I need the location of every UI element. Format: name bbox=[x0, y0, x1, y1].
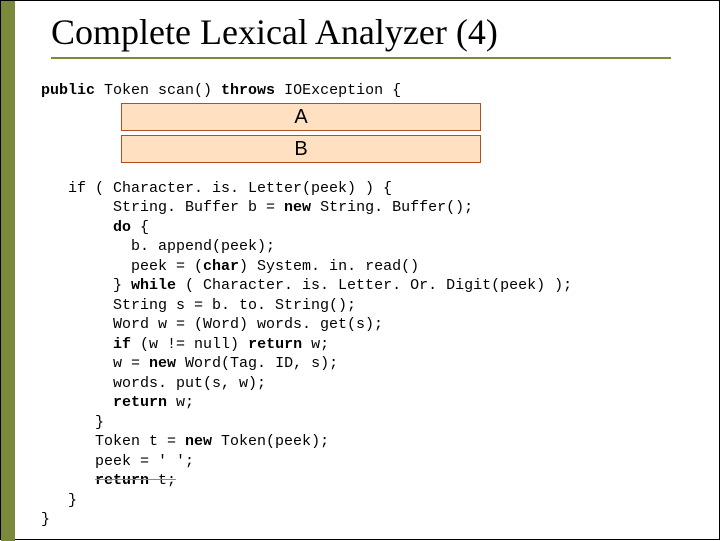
code-text: if ( Character. is. Letter(peek) ) { bbox=[41, 180, 392, 197]
kw-throws: throws bbox=[221, 82, 275, 99]
code-text: ) System. in. read() bbox=[239, 258, 419, 275]
kw-return-struck: return bbox=[95, 472, 149, 489]
placeholder-box-a: A bbox=[121, 103, 481, 131]
code-text: peek = ' '; bbox=[41, 453, 194, 470]
slide-title: Complete Lexical Analyzer (4) bbox=[51, 11, 671, 59]
slide: Complete Lexical Analyzer (4) public Tok… bbox=[0, 0, 720, 540]
code-text bbox=[41, 336, 113, 353]
code-text: Token t = bbox=[41, 433, 185, 450]
code-text: String. Buffer b = bbox=[41, 199, 284, 216]
code-text: Token scan() bbox=[95, 82, 221, 99]
code-text: (w != null) bbox=[131, 336, 248, 353]
code-text: } bbox=[41, 511, 50, 528]
accent-bar bbox=[1, 1, 15, 541]
kw-char: char bbox=[203, 258, 239, 275]
code-text: w; bbox=[302, 336, 329, 353]
code-text bbox=[41, 472, 95, 489]
placeholder-box-b: B bbox=[121, 135, 481, 163]
kw-while: while bbox=[131, 277, 176, 294]
kw-new: new bbox=[284, 199, 311, 216]
kw-new: new bbox=[185, 433, 212, 450]
kw-if: if bbox=[113, 336, 131, 353]
code-text: } bbox=[41, 277, 131, 294]
code-text: Word w = (Word) words. get(s); bbox=[41, 316, 383, 333]
kw-public: public bbox=[41, 82, 95, 99]
code-text: } bbox=[41, 414, 104, 431]
code-text: b. append(peek); bbox=[41, 238, 275, 255]
code-text bbox=[41, 219, 113, 236]
code-text: ( Character. is. Letter. Or. Digit(peek)… bbox=[176, 277, 572, 294]
code-text: String s = b. to. String(); bbox=[41, 297, 356, 314]
code-text: String. Buffer(); bbox=[311, 199, 473, 216]
kw-return: return bbox=[248, 336, 302, 353]
kw-do: do bbox=[113, 219, 131, 236]
code-text-struck: t; bbox=[149, 472, 176, 489]
code-text: Token(peek); bbox=[212, 433, 329, 450]
code-text: { bbox=[131, 219, 149, 236]
code-text: Word(Tag. ID, s); bbox=[176, 355, 338, 372]
code-text: w = bbox=[41, 355, 149, 372]
code-text: words. put(s, w); bbox=[41, 375, 266, 392]
kw-return: return bbox=[113, 394, 167, 411]
code-text: peek = ( bbox=[41, 258, 203, 275]
code-text bbox=[41, 394, 113, 411]
code-text: IOException { bbox=[275, 82, 401, 99]
kw-new: new bbox=[149, 355, 176, 372]
code-text: w; bbox=[167, 394, 194, 411]
code-text: } bbox=[41, 492, 77, 509]
